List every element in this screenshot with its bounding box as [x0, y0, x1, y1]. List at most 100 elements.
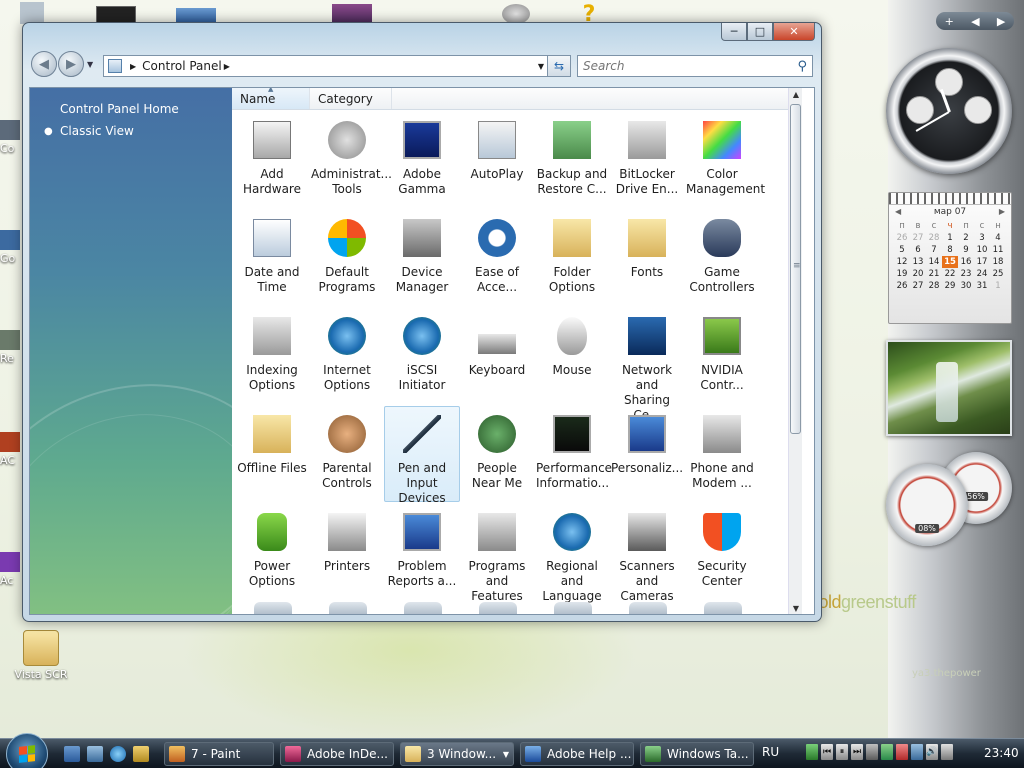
control-panel-item[interactable]: Programs and Features: [459, 504, 535, 603]
calendar-day[interactable]: 8: [942, 244, 958, 256]
control-panel-item[interactable]: Scanners and Cameras: [609, 504, 685, 603]
calendar-day[interactable]: 1: [942, 232, 958, 244]
calendar-day[interactable]: 22: [942, 268, 958, 280]
taskbar-button-paint[interactable]: 7 - Paint: [164, 742, 274, 766]
control-panel-item[interactable]: Color Management: [684, 112, 765, 208]
media-pause-icon[interactable]: ⏸: [836, 744, 848, 760]
desktop-icon-partial[interactable]: Ac: [0, 552, 24, 592]
desktop-icon-partial[interactable]: Go: [0, 230, 24, 270]
search-icon[interactable]: ⚲: [797, 59, 807, 74]
control-panel-item[interactable]: Internet Options: [309, 308, 385, 404]
tray-app-icon[interactable]: [866, 744, 878, 760]
volume-icon[interactable]: 🔊: [926, 744, 938, 760]
slideshow-gadget[interactable]: [886, 340, 1012, 436]
control-panel-window[interactable]: ─ □ ✕ ◀ ▶ ▼ ▶ Control Panel ▶ ▼ ⇆ ⚲ Cont…: [22, 22, 822, 622]
control-panel-item[interactable]: Keyboard: [459, 308, 535, 404]
scroll-thumb[interactable]: ≡: [790, 104, 801, 434]
calendar-day[interactable]: 3: [974, 232, 990, 244]
tray-app-icon[interactable]: [806, 744, 818, 760]
calendar-day[interactable]: 17: [974, 256, 990, 268]
control-panel-item[interactable]: Printers: [309, 504, 385, 600]
scroll-up-icon[interactable]: ▲: [789, 88, 803, 102]
desktop-icon-vista-scr[interactable]: Vista SCR: [6, 630, 76, 681]
calendar-day[interactable]: 27: [910, 280, 926, 292]
control-panel-item[interactable]: Add Hardware: [234, 112, 310, 208]
switch-windows-icon[interactable]: [87, 746, 103, 762]
calendar-day[interactable]: 19: [894, 268, 910, 280]
control-panel-item[interactable]: Device Manager: [384, 210, 460, 306]
calendar-day[interactable]: 29: [942, 280, 958, 292]
control-panel-item[interactable]: Administrat... Tools: [309, 112, 392, 208]
calendar-day[interactable]: 21: [926, 268, 942, 280]
vertical-scrollbar[interactable]: ▲ ≡ ▼: [788, 88, 803, 614]
calendar-day[interactable]: 18: [990, 256, 1006, 268]
calendar-day[interactable]: 9: [958, 244, 974, 256]
calendar-day[interactable]: 26: [894, 232, 910, 244]
control-panel-item[interactable]: Default Programs: [309, 210, 385, 306]
clock-gadget[interactable]: [886, 48, 1012, 174]
sidebar-controls[interactable]: + ◀ ▶: [936, 12, 1014, 30]
control-panel-item[interactable]: Offline Files: [234, 406, 310, 502]
control-panel-item[interactable]: [254, 602, 292, 614]
calendar-day[interactable]: 12: [894, 256, 910, 268]
breadcrumb-control-panel[interactable]: Control Panel: [142, 59, 222, 73]
help-icon[interactable]: ?: [574, 2, 604, 27]
control-panel-item[interactable]: Date and Time: [234, 210, 310, 306]
scroll-down-icon[interactable]: ▼: [789, 602, 803, 614]
control-panel-item[interactable]: [704, 602, 742, 614]
calendar-day[interactable]: 14: [926, 256, 942, 268]
internet-explorer-icon[interactable]: [110, 746, 126, 762]
media-next-icon[interactable]: ⏭: [851, 744, 863, 760]
prev-icon[interactable]: ◀: [971, 15, 979, 28]
calendar-day[interactable]: 15: [942, 256, 958, 268]
control-panel-item[interactable]: Mouse: [534, 308, 610, 404]
calendar-day[interactable]: 16: [958, 256, 974, 268]
control-panel-item[interactable]: Parental Controls: [309, 406, 385, 502]
address-bar[interactable]: ▶ Control Panel ▶ ▼: [103, 55, 551, 77]
quick-launch-icon[interactable]: [133, 746, 149, 762]
tray-app-icon[interactable]: [881, 744, 893, 760]
control-panel-item[interactable]: People Near Me: [459, 406, 535, 502]
control-panel-item[interactable]: [329, 602, 367, 614]
calendar-next-icon[interactable]: ▶: [999, 207, 1005, 216]
tray-app-icon[interactable]: [896, 744, 908, 760]
taskbar-button-explorer-group[interactable]: 3 Window... ▼: [400, 742, 514, 766]
calendar-day[interactable]: 6: [910, 244, 926, 256]
control-panel-item[interactable]: [629, 602, 667, 614]
search-input[interactable]: [583, 59, 783, 73]
desktop-icon-partial[interactable]: [20, 2, 44, 24]
language-indicator[interactable]: RU: [762, 745, 779, 759]
control-panel-item[interactable]: BitLocker Drive En...: [609, 112, 685, 208]
control-panel-home-link[interactable]: Control Panel Home: [60, 102, 179, 116]
calendar-day[interactable]: 26: [894, 280, 910, 292]
control-panel-item[interactable]: Backup and Restore C...: [534, 112, 610, 208]
address-dropdown-icon[interactable]: ▼: [538, 62, 544, 71]
taskbar-button-adobe-help[interactable]: Adobe Help ...: [520, 742, 634, 766]
control-panel-item[interactable]: Network and Sharing Ce...: [609, 308, 685, 422]
desktop-icon-partial[interactable]: Re: [0, 330, 24, 370]
media-prev-icon[interactable]: ⏮: [821, 744, 833, 760]
show-desktop-icon[interactable]: [64, 746, 80, 762]
calendar-day[interactable]: 31: [974, 280, 990, 292]
calendar-day[interactable]: 10: [974, 244, 990, 256]
calendar-day[interactable]: 23: [958, 268, 974, 280]
calendar-day[interactable]: 1: [990, 280, 1006, 292]
control-panel-item[interactable]: [404, 602, 442, 614]
control-panel-item[interactable]: Pen and Input Devices: [384, 406, 460, 505]
add-gadget-icon[interactable]: +: [945, 15, 954, 28]
control-panel-item[interactable]: Power Options: [234, 504, 310, 600]
maximize-button[interactable]: □: [747, 23, 773, 41]
minimize-button[interactable]: ─: [721, 23, 747, 41]
search-box[interactable]: ⚲: [577, 55, 813, 77]
winrar-icon[interactable]: [332, 4, 372, 24]
calendar-gadget[interactable]: ◀ мар 07 ▶ пвсчпсн 26 27 28 1 2 3 4 5 6 7 8 9 10 11 12…: [888, 192, 1012, 324]
control-panel-item[interactable]: NVIDIA Contr...: [684, 308, 760, 404]
refresh-button[interactable]: ⇆: [547, 55, 571, 77]
control-panel-item[interactable]: AutoPlay: [459, 112, 535, 208]
calendar-prev-icon[interactable]: ◀: [895, 207, 901, 216]
control-panel-item[interactable]: Phone and Modem ...: [684, 406, 760, 502]
calendar-day[interactable]: 5: [894, 244, 910, 256]
control-panel-item[interactable]: Regional and Language ...: [534, 504, 610, 614]
column-name[interactable]: ▲ Name: [232, 88, 310, 109]
taskbar-button-task-manager[interactable]: Windows Ta...: [640, 742, 754, 766]
